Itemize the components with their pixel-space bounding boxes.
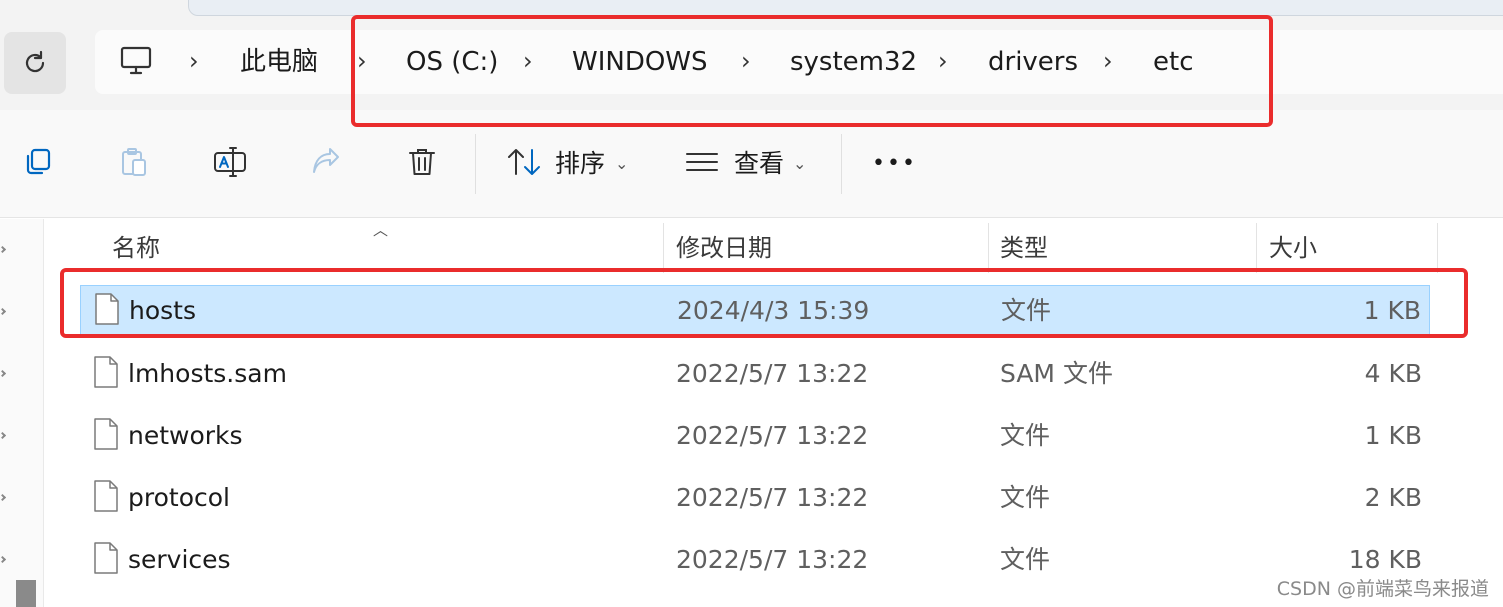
- rename-button[interactable]: [212, 144, 248, 180]
- expand-icon[interactable]: [0, 555, 7, 564]
- file-name: networks: [128, 421, 243, 450]
- breadcrumb-separator[interactable]: ›: [189, 30, 199, 94]
- annotation-box-hosts: [60, 268, 1468, 338]
- sort-ascending-icon: ︿: [373, 221, 389, 239]
- navigation-pane[interactable]: [0, 219, 44, 607]
- refresh-button[interactable]: [4, 32, 66, 94]
- file-type: 文件: [1000, 483, 1051, 512]
- sort-icon: [506, 144, 542, 180]
- expand-icon[interactable]: [0, 369, 7, 378]
- rename-icon: [214, 147, 246, 177]
- paste-icon: [122, 148, 146, 176]
- scrollbar-thumb[interactable]: [16, 580, 36, 607]
- more-options-button[interactable]: •••: [872, 146, 917, 182]
- column-header-type[interactable]: 类型: [988, 223, 1048, 273]
- column-divider[interactable]: [1437, 223, 1438, 273]
- paste-button[interactable]: [116, 144, 152, 180]
- chevron-down-icon: ⌄: [615, 154, 629, 173]
- expand-icon[interactable]: [0, 493, 7, 502]
- this-pc-icon[interactable]: [119, 44, 153, 82]
- file-name: protocol: [128, 483, 230, 512]
- file-name: lmhosts.sam: [128, 359, 287, 388]
- expand-icon[interactable]: [0, 431, 7, 440]
- file-type: 文件: [1000, 421, 1051, 450]
- file-explorer-window: { "breadcrumb": { "items": ["此电脑", "OS (…: [0, 0, 1503, 607]
- copy-button[interactable]: [20, 144, 56, 180]
- breadcrumb-this-pc[interactable]: 此电脑: [240, 30, 318, 94]
- file-icon: [94, 542, 118, 574]
- view-label: 查看: [734, 149, 785, 178]
- toolbar-divider: [841, 134, 842, 194]
- expand-icon[interactable]: [0, 245, 7, 254]
- file-name: services: [128, 545, 231, 574]
- file-icon: [94, 356, 118, 388]
- file-modified: 2022/5/7 13:22: [676, 483, 869, 512]
- expand-icon[interactable]: [0, 307, 7, 316]
- file-icon: [94, 480, 118, 512]
- file-size: 1 KB: [1364, 421, 1422, 450]
- sort-label: 排序: [555, 149, 606, 178]
- file-row[interactable]: lmhosts.sam 2022/5/7 13:22 SAM 文件 4 KB: [80, 349, 1430, 399]
- view-icon: [684, 144, 720, 180]
- file-modified: 2022/5/7 13:22: [676, 545, 869, 574]
- file-size: 4 KB: [1364, 359, 1422, 388]
- column-header-modified[interactable]: 修改日期: [664, 223, 772, 273]
- column-header-row: ︿ 名称 修改日期 类型 大小: [48, 221, 1503, 273]
- file-icon: [94, 418, 118, 450]
- annotation-box-path: [351, 15, 1273, 127]
- file-modified: 2022/5/7 13:22: [676, 421, 869, 450]
- file-row[interactable]: services 2022/5/7 13:22 文件 18 KB: [80, 535, 1430, 585]
- column-header-size[interactable]: 大小: [1257, 223, 1317, 273]
- file-modified: 2022/5/7 13:22: [676, 359, 869, 388]
- chevron-down-icon: ⌄: [793, 154, 807, 173]
- copy-icon: [26, 148, 51, 175]
- watermark: CSDN @前端菜鸟来报道: [1276, 578, 1489, 600]
- active-tab[interactable]: [188, 0, 1503, 16]
- file-row[interactable]: networks 2022/5/7 13:22 文件 1 KB: [80, 411, 1430, 461]
- column-header-name[interactable]: 名称: [100, 223, 160, 273]
- file-row[interactable]: protocol 2022/5/7 13:22 文件 2 KB: [80, 473, 1430, 523]
- toolbar-divider: [475, 134, 476, 194]
- refresh-icon: [25, 50, 45, 73]
- share-icon: [313, 148, 339, 173]
- delete-icon: [409, 149, 435, 175]
- file-type: 文件: [1000, 545, 1051, 574]
- share-button[interactable]: [308, 144, 344, 180]
- file-size: 2 KB: [1364, 483, 1422, 512]
- delete-button[interactable]: [404, 144, 440, 180]
- file-type: SAM 文件: [1000, 359, 1113, 388]
